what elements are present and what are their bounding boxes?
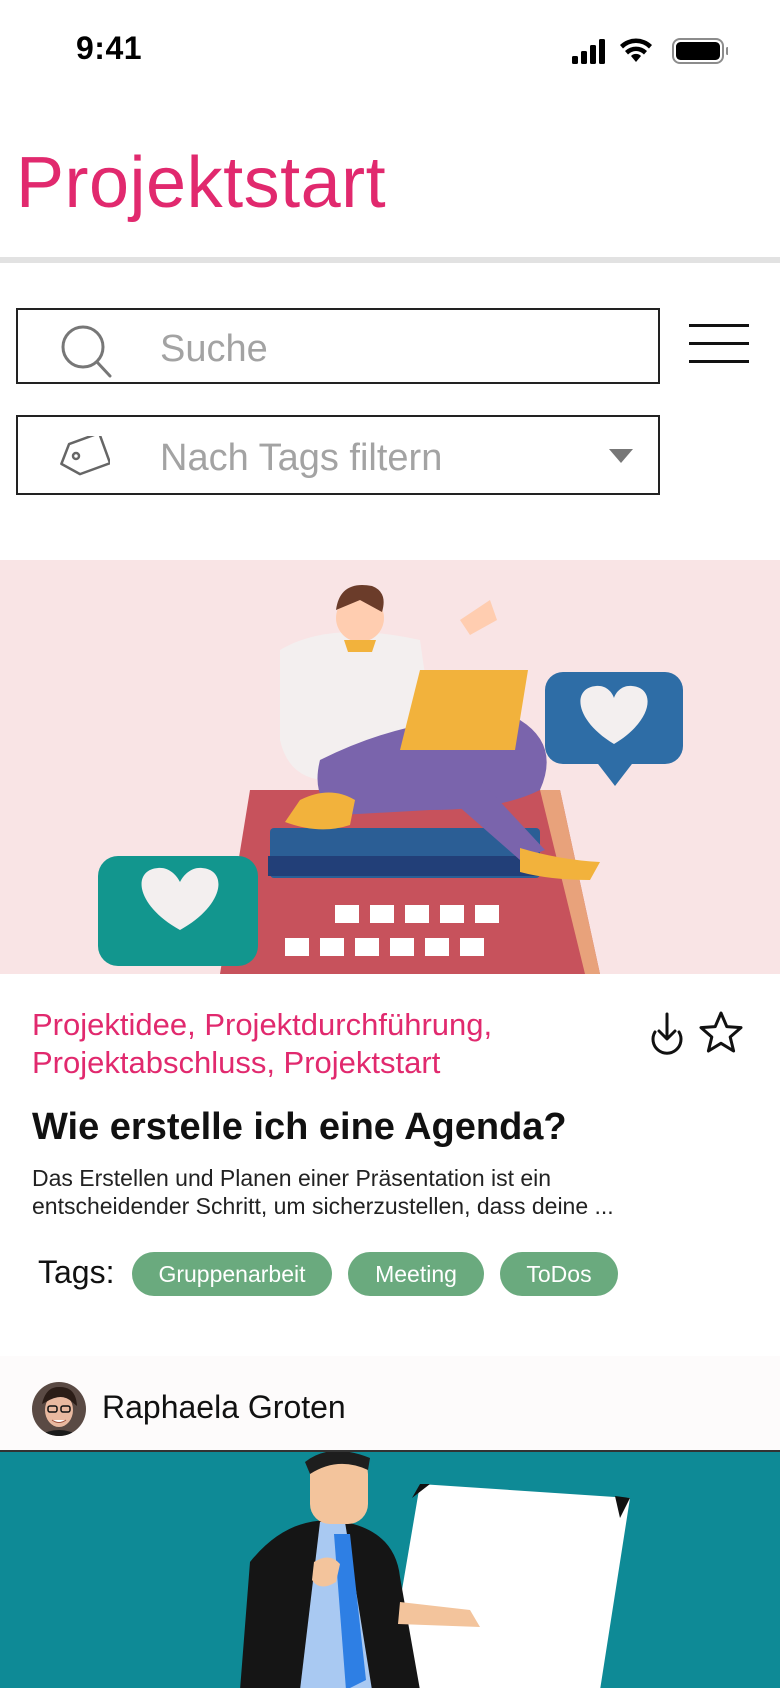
card-excerpt-line-2: entscheidender Schritt, um sicherzustell…: [32, 1193, 614, 1219]
header-divider: [0, 257, 780, 263]
card-excerpt-line-1: Das Erstellen und Planen einer Präsentat…: [32, 1165, 552, 1191]
card-categories-line-1[interactable]: Projektidee, Projektdurchführung,: [32, 1007, 492, 1043]
page-title: Projektstart: [16, 143, 387, 223]
star-icon[interactable]: [698, 1010, 744, 1056]
tag-pill-meeting[interactable]: Meeting: [348, 1252, 484, 1296]
tag-icon: [56, 431, 112, 476]
signal-icon: [572, 39, 605, 64]
card-illustration: [0, 560, 780, 974]
card-illustration-2: [0, 1450, 780, 1688]
status-time: 9:41: [76, 30, 143, 66]
download-icon[interactable]: [648, 1012, 686, 1056]
card-title[interactable]: Wie erstelle ich eine Agenda?: [32, 1106, 567, 1149]
wifi-icon: [620, 38, 652, 62]
battery-icon: [672, 38, 729, 64]
search-placeholder: Suche: [160, 328, 268, 370]
tag-pill-gruppenarbeit[interactable]: Gruppenarbeit: [132, 1252, 332, 1296]
avatar[interactable]: [32, 1382, 86, 1436]
tag-filter-placeholder: Nach Tags filtern: [160, 437, 443, 479]
tags-label: Tags:: [38, 1254, 115, 1290]
author-name[interactable]: Raphaela Groten: [102, 1389, 346, 1426]
dropdown-arrow-icon[interactable]: [608, 448, 634, 464]
status-icons: [568, 36, 729, 66]
search-icon: [60, 324, 114, 378]
menu-icon[interactable]: [689, 324, 751, 364]
card-categories-line-2[interactable]: Projektabschluss, Projektstart: [32, 1045, 440, 1081]
tag-pill-todos[interactable]: ToDos: [500, 1252, 618, 1296]
